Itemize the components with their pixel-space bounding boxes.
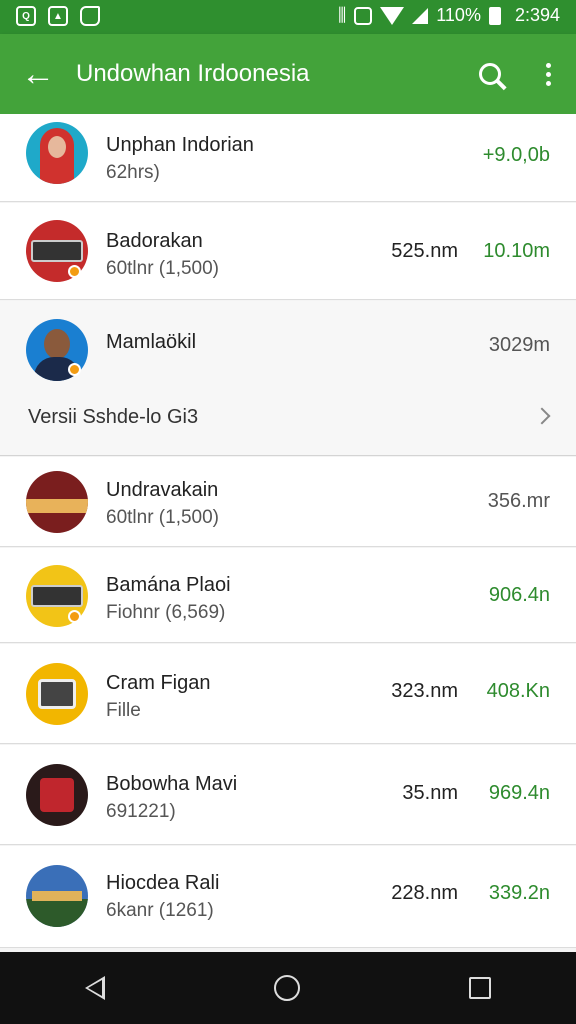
item-name: Cram Figan (106, 672, 211, 694)
more-vert-icon (545, 62, 551, 86)
search-button[interactable] (460, 34, 520, 114)
clock: 2:394 (514, 5, 560, 25)
tag-icon (80, 6, 100, 26)
page-title: Undowhan Irdoonesia (76, 60, 310, 87)
nav-back-button[interactable] (75, 966, 115, 1010)
item-name: Mamlaökil (106, 331, 197, 353)
item-amount: 906.4n (488, 584, 550, 606)
app-icon: Q (16, 6, 36, 26)
list-item[interactable]: Cram Figan Fille 323.nm 408.Kn (0, 644, 576, 744)
item-name: Bobowha Mavi (106, 773, 238, 795)
list-item[interactable]: Hiocdea Rali 6kanr (1261) 228.nm 339.2n (0, 846, 576, 948)
item-amount: 408.Kn (486, 680, 550, 702)
item-name: Bamána Plaoi (106, 574, 231, 596)
avatar (26, 471, 88, 533)
item-amount: 356.mr (487, 490, 550, 512)
item-amount: 10.10m (483, 240, 550, 262)
back-button[interactable]: ← (0, 34, 76, 114)
image-icon: ▲ (48, 6, 68, 26)
item-amount: 339.2n (488, 882, 550, 904)
item-subtitle: Fille (106, 700, 141, 721)
item-value: 525.nm (391, 240, 458, 262)
search-icon (479, 63, 501, 85)
list-item[interactable]: Mamlaökil 3029m (0, 301, 576, 384)
avatar (26, 865, 88, 927)
app-bar: ← Undowhan Irdoonesia (0, 34, 576, 114)
item-name: Undravakain (106, 479, 219, 501)
recents-square-icon (469, 977, 492, 999)
more-options-button[interactable] (520, 34, 576, 114)
item-subtitle: 60tlnr (1,500) (106, 507, 220, 528)
item-name: Unphan Indorian (106, 134, 254, 156)
status-badge (68, 610, 81, 623)
avatar (26, 663, 88, 725)
status-bar: Q ▲ ⫼ 110% 2:394 (0, 0, 576, 34)
battery-percent: 110% (436, 5, 481, 25)
list-item[interactable]: Badorakan 60tlnr (1,500) 525.nm 10.10m (0, 203, 576, 300)
subsection-label: Versii Sshde-lo Gi3 (28, 406, 199, 428)
status-badge (68, 265, 81, 278)
item-subtitle: 6kanr (1261) (106, 900, 214, 921)
item-name: Hiocdea Rali (106, 872, 220, 894)
subsection-row[interactable]: Versii Sshde-lo Gi3 (0, 384, 576, 456)
battery-icon (488, 6, 501, 25)
chevron-right-icon (533, 407, 551, 425)
arrow-left-icon: ← (21, 54, 55, 93)
item-subtitle: Fiohnr (6,569) (106, 602, 226, 623)
list: Unphan Indorian 62hrs) +9.0,0b Badorakan… (0, 114, 576, 952)
item-value: 228.nm (391, 882, 458, 904)
list-item[interactable]: Undravakain 60tlnr (1,500) 356.mr (0, 457, 576, 547)
item-subtitle: 62hrs) (106, 162, 160, 183)
item-value: 35.nm (402, 782, 458, 804)
avatar (26, 764, 88, 826)
list-item[interactable]: Bobowha Mavi 691221) 35.nm 969.4n (0, 745, 576, 845)
home-circle-icon (273, 975, 300, 1001)
item-name: Badorakan (106, 230, 203, 252)
avatar (26, 122, 88, 184)
alarm-icon (354, 6, 373, 25)
vibrate-icon: ⫼ (337, 5, 347, 25)
list-item[interactable]: Unphan Indorian 62hrs) +9.0,0b (0, 114, 576, 202)
wifi-icon (380, 6, 405, 25)
back-triangle-icon (84, 976, 105, 1000)
status-badge (68, 363, 81, 376)
item-amount: 3029m (488, 334, 550, 356)
item-amount: 969.4n (488, 782, 550, 804)
item-value: 323.nm (391, 680, 458, 702)
item-subtitle: 691221) (106, 801, 176, 822)
navigation-bar (0, 952, 576, 1024)
item-amount: +9.0,0b (482, 144, 550, 166)
signal-icon (412, 7, 429, 24)
item-subtitle: 60tlnr (1,500) (106, 258, 220, 279)
list-item[interactable]: Bamána Plaoi Fiohnr (6,569) 906.4n (0, 548, 576, 643)
nav-recents-button[interactable] (459, 967, 501, 1009)
nav-home-button[interactable] (264, 965, 310, 1011)
